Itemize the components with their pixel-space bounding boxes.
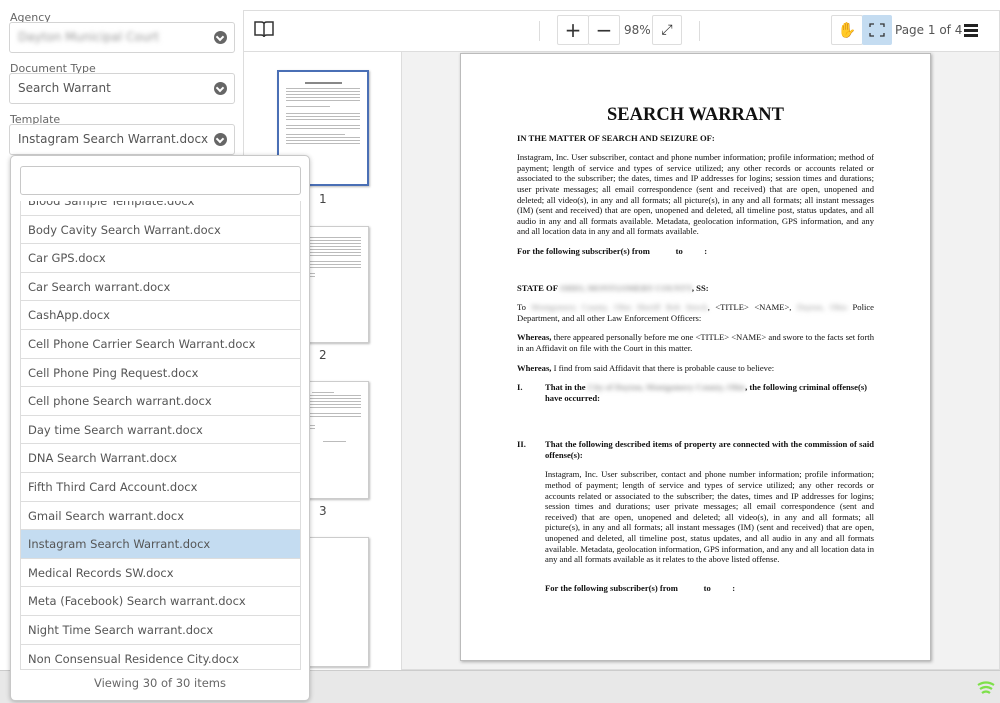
chevron-down-icon bbox=[214, 82, 227, 95]
section-2: II. That the following described items of… bbox=[517, 439, 874, 460]
whereas-1: Whereas, there appeared personally befor… bbox=[517, 332, 874, 353]
template-option[interactable]: Fifth Third Card Account.docx bbox=[21, 473, 300, 502]
agency-select[interactable]: Dayton Municipal Court bbox=[9, 22, 235, 53]
select-tool-button[interactable] bbox=[862, 15, 892, 45]
template-option[interactable]: Blood Sample Template.docx bbox=[21, 201, 300, 216]
template-option[interactable]: Night Time Search warrant.docx bbox=[21, 616, 300, 645]
template-option[interactable]: Meta (Facebook) Search warrant.docx bbox=[21, 587, 300, 616]
hand-icon: ✋ bbox=[837, 21, 857, 39]
book-icon[interactable] bbox=[254, 20, 274, 38]
template-list[interactable]: Blood Sample Template.docx Body Cavity Se… bbox=[20, 201, 301, 670]
template-option[interactable]: Instagram Search Warrant.docx bbox=[21, 530, 300, 559]
section-1: I. That in the City of Dayton, Montgomery… bbox=[517, 382, 868, 403]
template-option[interactable]: Gmail Search warrant.docx bbox=[21, 502, 300, 531]
to-line: To Montgomery County, Ohio Sheriff Rob S… bbox=[517, 302, 874, 323]
subscriber-line-2: For the following subscriber(s) from to … bbox=[545, 582, 736, 593]
expand-arrows-icon: ⤢ bbox=[661, 22, 673, 38]
viewer-toolbar: + − 98% ⤢ ✋ Page 1 of 4 bbox=[244, 11, 999, 52]
thumbnail-label: 2 bbox=[319, 348, 327, 362]
pan-tool-button[interactable]: ✋ bbox=[831, 15, 863, 45]
zoom-in-button[interactable]: + bbox=[557, 15, 589, 45]
page-indicator: Page 1 of 4 bbox=[895, 23, 963, 37]
whereas-2: Whereas, I find from said Affidavit that… bbox=[517, 362, 775, 373]
zoom-out-button[interactable]: − bbox=[588, 15, 620, 45]
fullscreen-corners-icon bbox=[869, 23, 885, 37]
menu-icon[interactable] bbox=[964, 24, 978, 37]
chevron-down-icon bbox=[214, 133, 227, 146]
template-option[interactable]: DNA Search Warrant.docx bbox=[21, 444, 300, 473]
template-option[interactable]: CashApp.docx bbox=[21, 301, 300, 330]
template-option[interactable]: Cell Phone Ping Request.docx bbox=[21, 359, 300, 388]
fit-page-button[interactable]: ⤢ bbox=[652, 15, 682, 45]
document-viewer: + − 98% ⤢ ✋ Page 1 of 4 1 2 3 SEARCH WAR… bbox=[243, 10, 1000, 670]
divider bbox=[539, 21, 540, 41]
zoom-level: 98% bbox=[624, 23, 651, 37]
template-option[interactable]: Car GPS.docx bbox=[21, 244, 300, 273]
template-search-input[interactable] bbox=[20, 166, 301, 195]
thumbnail-label: 1 bbox=[319, 192, 327, 206]
matter-heading: IN THE MATTER OF SEARCH AND SEIZURE OF: bbox=[517, 132, 715, 143]
subscriber-line: For the following subscriber(s) from to … bbox=[517, 245, 708, 256]
template-option[interactable]: Cell Phone Carrier Search Warrant.docx bbox=[21, 330, 300, 359]
template-select[interactable]: Instagram Search Warrant.docx bbox=[9, 124, 235, 155]
document-type-select[interactable]: Search Warrant bbox=[9, 73, 235, 104]
divider bbox=[699, 21, 700, 41]
template-option[interactable]: Car Search warrant.docx bbox=[21, 273, 300, 302]
template-option[interactable]: Cell phone Search warrant.docx bbox=[21, 387, 300, 416]
items-paragraph-2: Instagram, Inc. User subscriber, contact… bbox=[545, 469, 874, 565]
state-line: STATE OF OHIO, MONTGOMERY COUNTY, SS: bbox=[517, 282, 709, 293]
signal-icon bbox=[977, 681, 995, 694]
template-option[interactable]: Body Cavity Search Warrant.docx bbox=[21, 216, 300, 245]
template-option[interactable]: Non Consensual Residence City.docx bbox=[21, 645, 300, 670]
chevron-down-icon bbox=[214, 31, 227, 44]
items-paragraph: Instagram, Inc. User subscriber, contact… bbox=[517, 152, 874, 237]
template-dropdown: Blood Sample Template.docx Body Cavity Se… bbox=[10, 155, 310, 701]
template-option[interactable]: Medical Records SW.docx bbox=[21, 559, 300, 588]
thumbnail-label: 3 bbox=[319, 504, 327, 518]
document-page: SEARCH WARRANT IN THE MATTER OF SEARCH A… bbox=[460, 53, 931, 661]
document-title: SEARCH WARRANT bbox=[607, 105, 784, 125]
dropdown-footer: Viewing 30 of 30 items bbox=[93, 676, 227, 690]
template-option[interactable]: Day time Search warrant.docx bbox=[21, 416, 300, 445]
